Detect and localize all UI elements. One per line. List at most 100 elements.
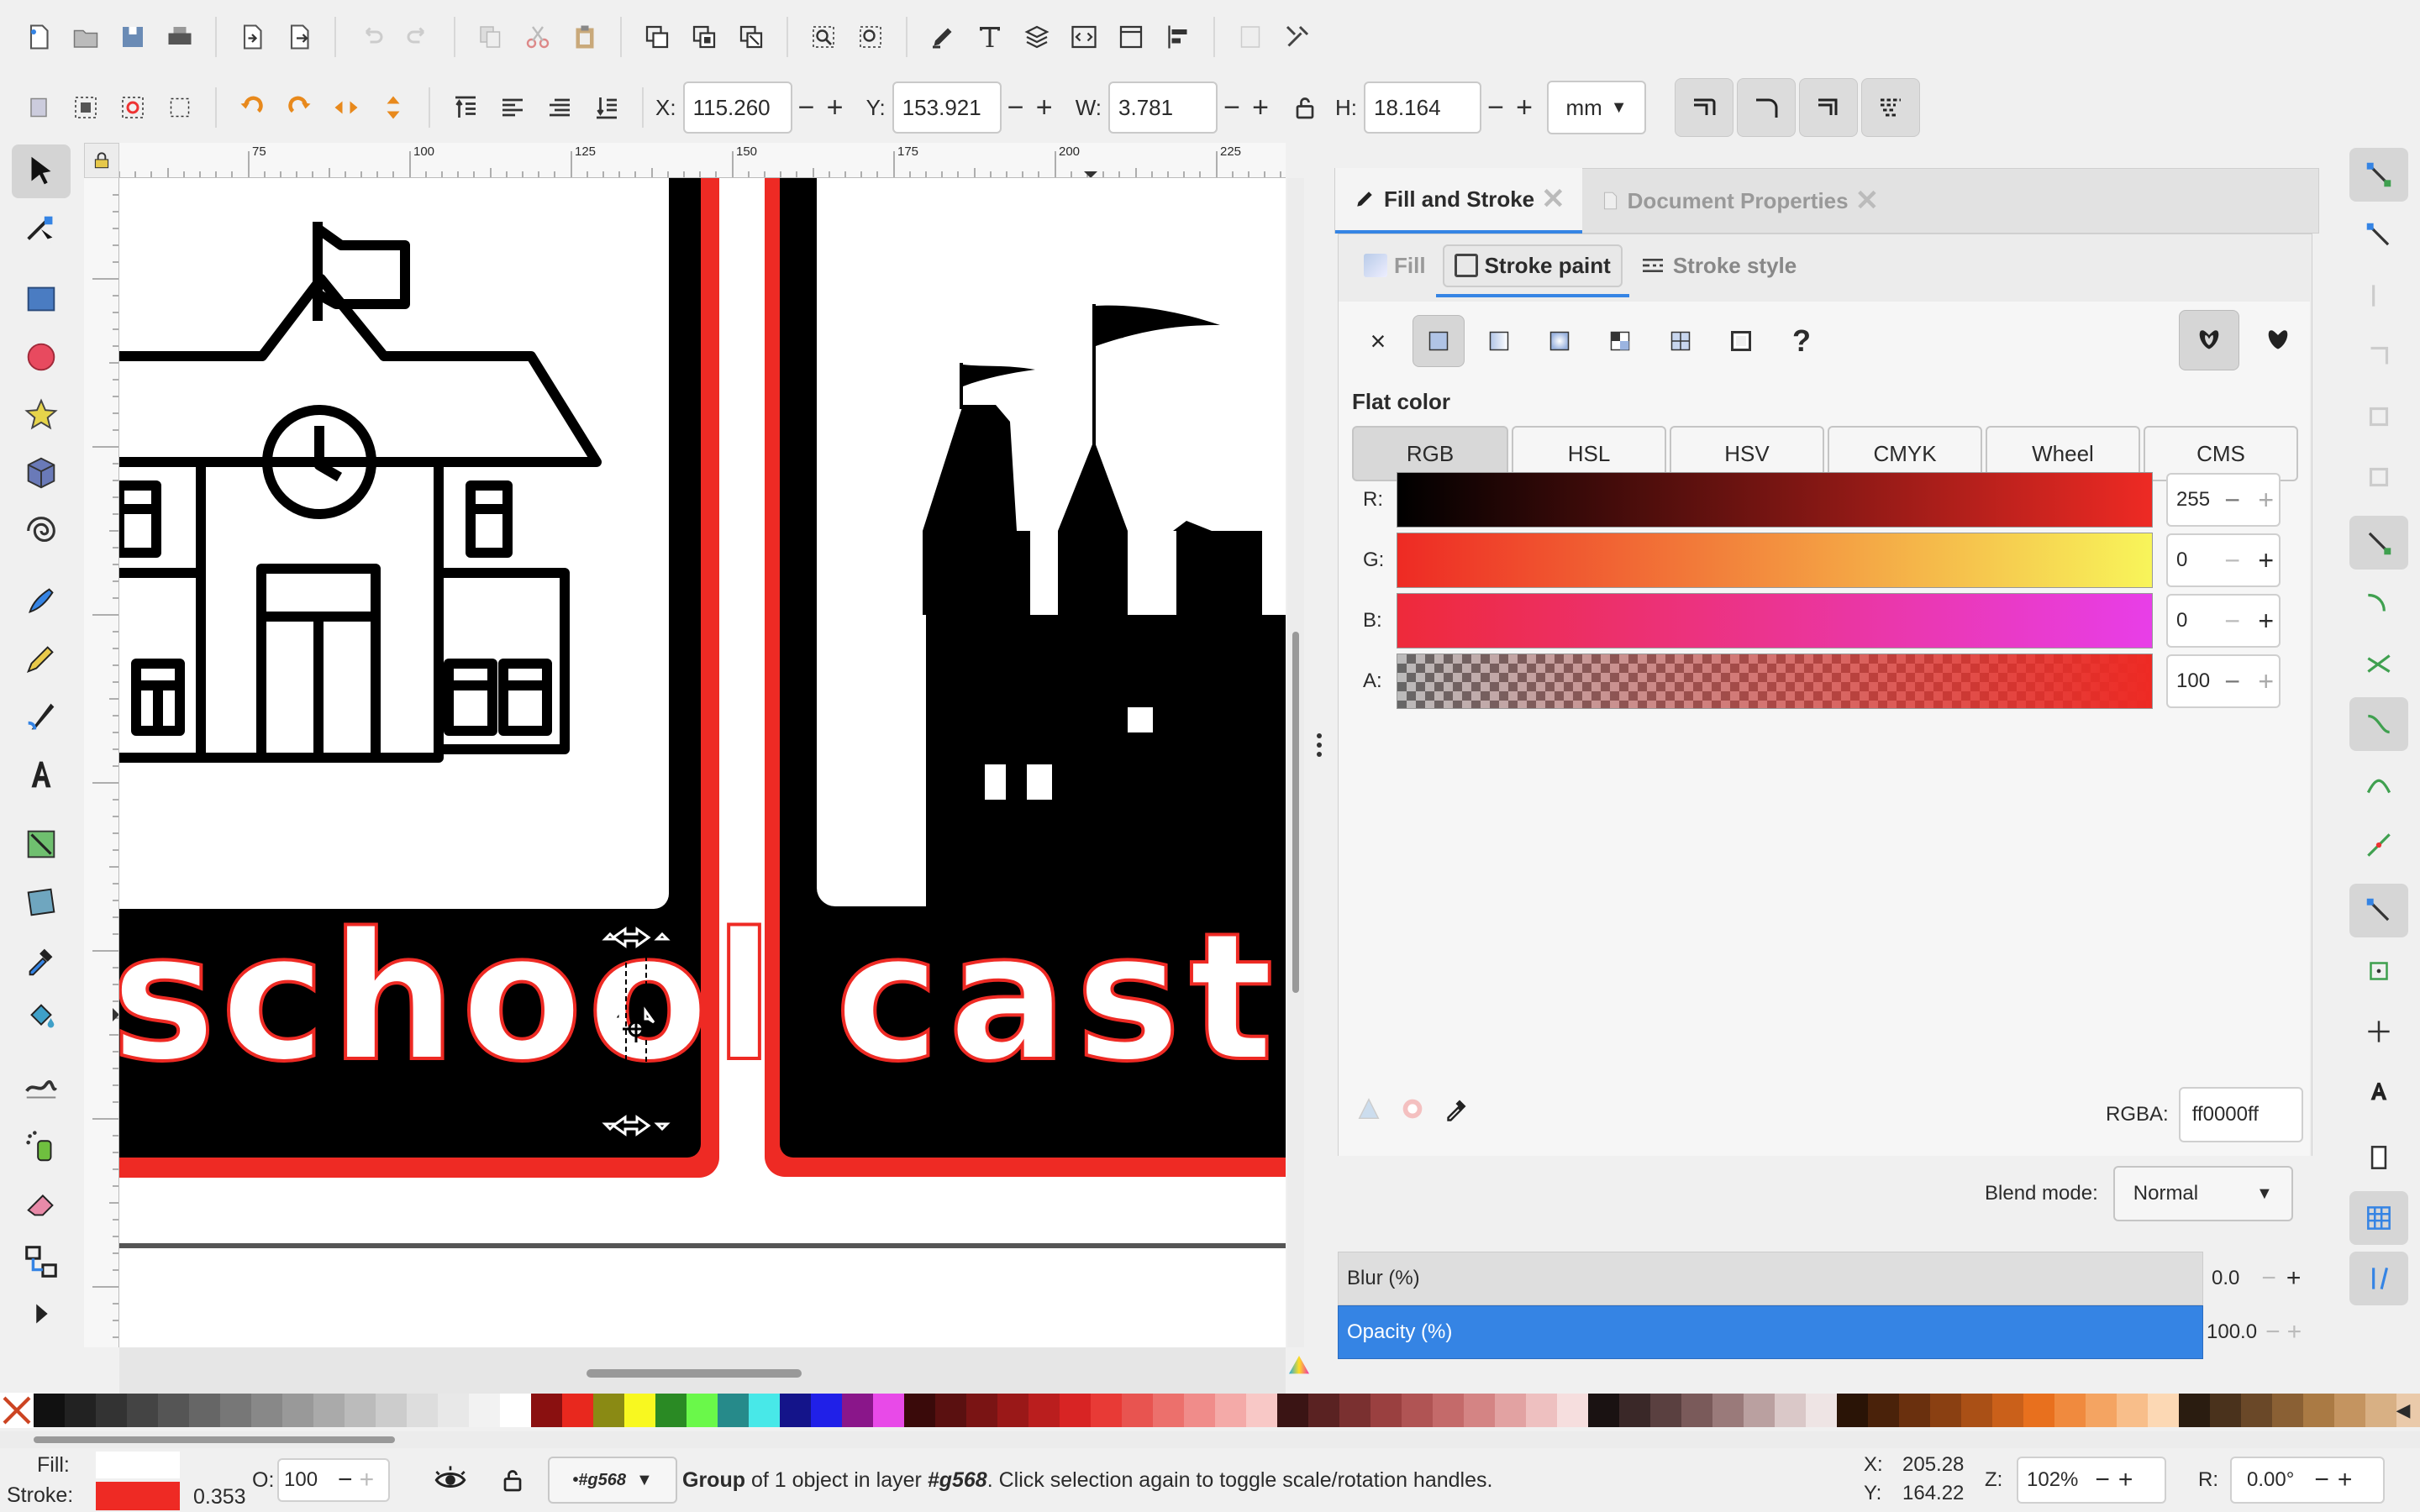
palette-swatch[interactable] bbox=[2179, 1394, 2210, 1427]
copy-icon[interactable] bbox=[467, 13, 514, 60]
unset-paint-button[interactable]: ? bbox=[1776, 315, 1828, 367]
fill-indicator[interactable] bbox=[96, 1452, 180, 1478]
pen-tool-icon[interactable] bbox=[12, 574, 71, 627]
palette-swatch[interactable] bbox=[1433, 1394, 1464, 1427]
save-document-icon[interactable] bbox=[109, 13, 156, 60]
palette-swatch[interactable] bbox=[1339, 1394, 1370, 1427]
rectangle-tool-icon[interactable] bbox=[12, 272, 71, 326]
palette-swatch[interactable] bbox=[935, 1394, 966, 1427]
palette-swatch[interactable] bbox=[624, 1394, 655, 1427]
clone-icon[interactable] bbox=[681, 13, 728, 60]
tab-fill-and-stroke[interactable]: Fill and Stroke ✕ bbox=[1335, 168, 1582, 234]
zoom-selection-icon[interactable] bbox=[800, 13, 847, 60]
fill-rule-nonzero-icon[interactable] bbox=[2248, 310, 2308, 370]
xml-editor-icon[interactable] bbox=[1060, 13, 1107, 60]
undo-icon[interactable] bbox=[348, 13, 395, 60]
palette-swatch[interactable] bbox=[1775, 1394, 1806, 1427]
canvas[interactable]: school cast bbox=[119, 178, 1286, 1347]
palette-swatch[interactable] bbox=[1619, 1394, 1650, 1427]
swatch-button[interactable] bbox=[1715, 315, 1767, 367]
palette-swatch[interactable] bbox=[1712, 1394, 1744, 1427]
w-input[interactable]: 3.781 bbox=[1108, 81, 1218, 134]
a-input[interactable]: 100− + bbox=[2166, 654, 2281, 708]
h-increment-button[interactable]: + bbox=[1510, 92, 1539, 124]
w-increment-button[interactable]: + bbox=[1246, 92, 1275, 124]
paint-bucket-tool-icon[interactable] bbox=[12, 991, 71, 1045]
snap-text-baseline-icon[interactable] bbox=[2349, 1065, 2408, 1119]
lower-to-bottom-icon[interactable] bbox=[583, 84, 630, 131]
vertical-scrollbar-thumb[interactable] bbox=[1292, 632, 1299, 993]
none-color-swatch[interactable] bbox=[0, 1393, 34, 1428]
snap-nodes-icon[interactable] bbox=[2349, 516, 2408, 570]
ruler-corner[interactable] bbox=[84, 143, 119, 178]
scale-stroke-icon[interactable] bbox=[1675, 78, 1734, 137]
x-decrement-button[interactable]: − bbox=[792, 92, 821, 124]
snap-object-center-icon[interactable] bbox=[2349, 944, 2408, 998]
snap-bbox-corner-icon[interactable] bbox=[2349, 329, 2408, 383]
palette-swatch[interactable] bbox=[718, 1394, 749, 1427]
connector-tool-icon[interactable] bbox=[12, 1235, 71, 1289]
palette-swatch[interactable] bbox=[1060, 1394, 1091, 1427]
paste-icon[interactable] bbox=[561, 13, 608, 60]
tab-fill[interactable]: Fill bbox=[1364, 253, 1426, 279]
snap-midpoint-icon[interactable] bbox=[2349, 818, 2408, 872]
snap-bbox-midpoint-icon[interactable] bbox=[2349, 390, 2408, 444]
text-tool-icon[interactable] bbox=[12, 748, 71, 801]
move-patterns-icon[interactable] bbox=[1861, 78, 1921, 137]
palette-swatch[interactable] bbox=[997, 1394, 1028, 1427]
tweak-tool-icon[interactable] bbox=[12, 1061, 71, 1115]
linear-gradient-button[interactable] bbox=[1473, 315, 1525, 367]
scale-corners-icon[interactable] bbox=[1737, 78, 1797, 137]
opacity-slider[interactable]: Opacity (%) bbox=[1338, 1305, 2203, 1359]
palette-swatch[interactable] bbox=[1370, 1394, 1402, 1427]
palette-swatch[interactable] bbox=[531, 1394, 562, 1427]
move-gradients-icon[interactable] bbox=[1799, 78, 1859, 137]
palette-swatch[interactable] bbox=[345, 1394, 376, 1427]
visibility-eye-icon[interactable] bbox=[434, 1463, 467, 1501]
snap-others-icon[interactable] bbox=[2349, 884, 2408, 937]
duplicate-icon[interactable] bbox=[634, 13, 681, 60]
palette-swatch[interactable] bbox=[1495, 1394, 1526, 1427]
node-tool-icon[interactable] bbox=[12, 202, 71, 256]
cut-icon[interactable] bbox=[514, 13, 561, 60]
palette-swatch[interactable] bbox=[1961, 1394, 1992, 1427]
palette-swatch[interactable] bbox=[251, 1394, 282, 1427]
calligraphy-tool-icon[interactable] bbox=[12, 690, 71, 743]
palette-swatch[interactable] bbox=[1308, 1394, 1339, 1427]
ellipse-tool-icon[interactable] bbox=[12, 330, 71, 384]
palette-swatch[interactable] bbox=[1402, 1394, 1433, 1427]
palette-swatch[interactable] bbox=[1899, 1394, 1930, 1427]
unit-select[interactable]: mm ▼ bbox=[1547, 81, 1647, 134]
palette-swatch[interactable] bbox=[189, 1394, 220, 1427]
palette-swatch[interactable] bbox=[1091, 1394, 1122, 1427]
palette-swatch[interactable] bbox=[1557, 1394, 1588, 1427]
eraser-tool-icon[interactable] bbox=[12, 1177, 71, 1231]
palette-swatch[interactable] bbox=[1588, 1394, 1619, 1427]
spray-tool-icon[interactable] bbox=[12, 1119, 71, 1173]
palette-swatch[interactable] bbox=[1464, 1394, 1495, 1427]
palette-swatch[interactable] bbox=[1837, 1394, 1868, 1427]
palette-swatch[interactable] bbox=[96, 1394, 127, 1427]
text-dialog-icon[interactable] bbox=[966, 13, 1013, 60]
gamut-icon[interactable] bbox=[1355, 1095, 1383, 1123]
palette-swatch[interactable] bbox=[438, 1394, 469, 1427]
a-slider[interactable] bbox=[1397, 654, 2153, 709]
horizontal-scrollbar[interactable] bbox=[119, 1347, 1286, 1398]
palette-swatch[interactable] bbox=[2148, 1394, 2179, 1427]
stroke-width-value[interactable]: 0.353 bbox=[193, 1485, 246, 1509]
palette-swatch[interactable] bbox=[1277, 1394, 1308, 1427]
palette-swatch[interactable] bbox=[1650, 1394, 1681, 1427]
palette-swatch[interactable] bbox=[1246, 1394, 1277, 1427]
flip-horizontal-icon[interactable] bbox=[323, 84, 370, 131]
preferences-icon[interactable] bbox=[1227, 13, 1274, 60]
palette-swatch[interactable] bbox=[904, 1394, 935, 1427]
rotate-ccw-icon[interactable] bbox=[229, 84, 276, 131]
lock-ratio-icon[interactable] bbox=[1281, 84, 1328, 131]
x-increment-button[interactable]: + bbox=[821, 92, 850, 124]
w-decrement-button[interactable]: − bbox=[1218, 92, 1246, 124]
palette-scrollbar[interactable] bbox=[0, 1431, 2420, 1448]
layers-dialog-icon[interactable] bbox=[1013, 13, 1060, 60]
color-picker-icon[interactable] bbox=[1442, 1094, 1472, 1124]
gradient-tool-icon[interactable] bbox=[12, 817, 71, 871]
palette-swatch[interactable] bbox=[2241, 1394, 2272, 1427]
